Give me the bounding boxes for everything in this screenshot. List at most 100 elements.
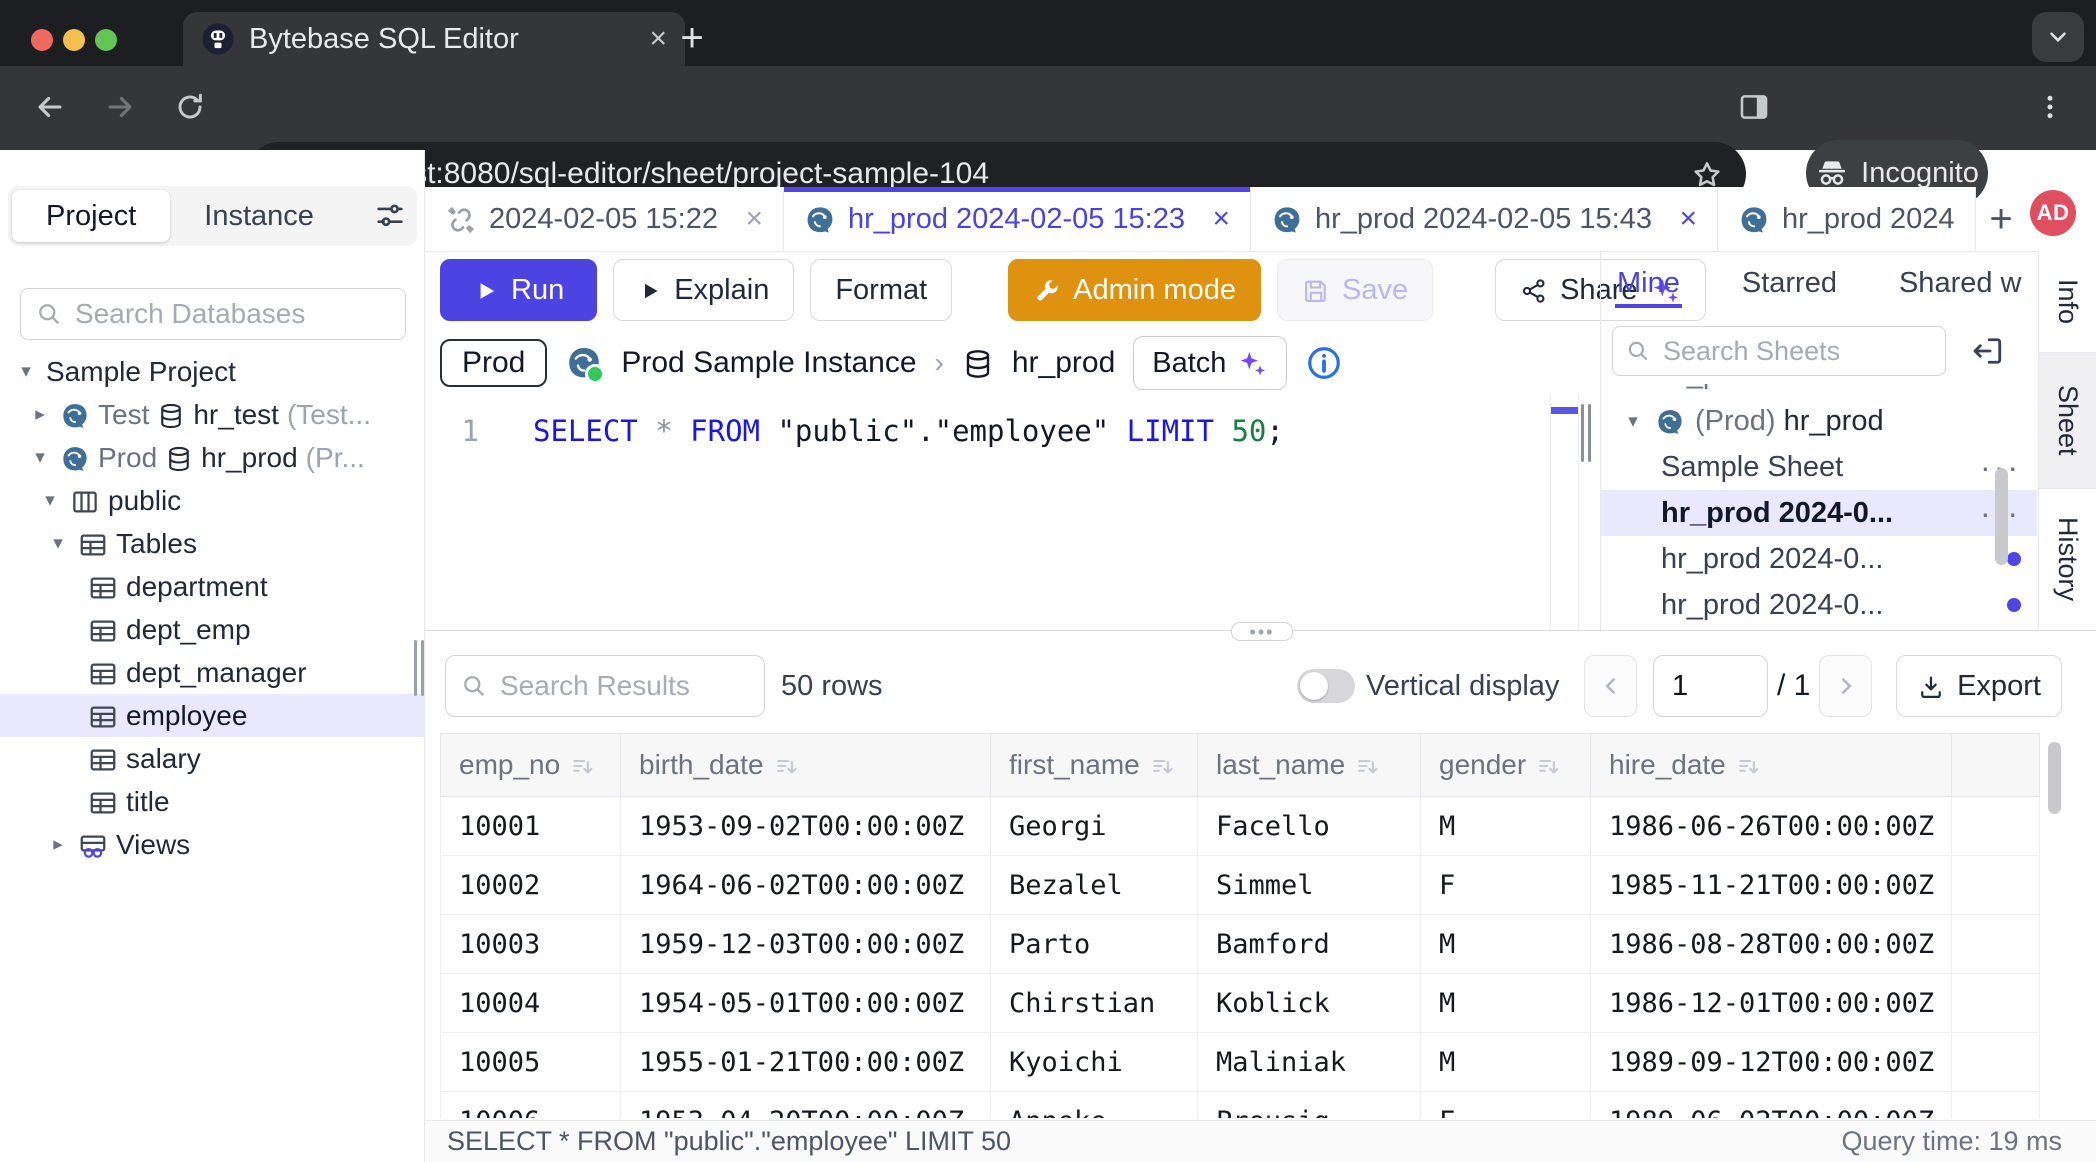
sheet-item-partial[interactable]: hr_prod 2024-0... <box>1601 384 2037 398</box>
tree-item-public[interactable]: ▾ public <box>0 479 425 522</box>
tree-item-views[interactable]: ▸Views <box>0 823 425 866</box>
format-button[interactable]: Format <box>810 259 952 321</box>
sheet-tab-4[interactable]: hr_prod 2024-0 <box>1718 187 1976 251</box>
tree-item-sample-project[interactable]: ▾Sample Project <box>0 350 425 393</box>
environment-badge[interactable]: Prod <box>440 339 547 387</box>
column-header-label: birth_date <box>639 749 764 781</box>
chevron-down-icon: ▾ <box>38 489 62 512</box>
admin-mode-button[interactable]: Admin mode <box>1008 259 1261 321</box>
vertical-display-toggle[interactable] <box>1297 669 1355 703</box>
database-search-input[interactable] <box>73 297 438 331</box>
column-header-first_name[interactable]: first_name <box>991 734 1198 797</box>
tree-item-label: public <box>108 485 181 517</box>
filter-sliders-icon[interactable] <box>373 199 407 233</box>
tree-item-tables[interactable]: ▾Tables <box>0 522 425 565</box>
browser-menu-icon[interactable] <box>2024 81 2076 133</box>
close-tab-icon[interactable]: × <box>649 22 667 56</box>
add-sheet-tab-button[interactable]: + <box>1978 196 2024 242</box>
sheets-tab-starred[interactable]: Starred <box>1742 258 1837 308</box>
tree-item-hr-test[interactable]: ▸Testhr_test(Test... <box>0 393 425 436</box>
page-number-input[interactable] <box>1653 655 1768 717</box>
splitter-drag-pill[interactable]: ••• <box>1231 622 1293 641</box>
sheet-group-row[interactable]: ▾(Prod) hr_prod <box>1601 398 2037 444</box>
new-tab-button[interactable]: + <box>668 14 716 62</box>
postgres-icon <box>1738 202 1770 235</box>
tree-item-label: dept_manager <box>126 657 307 689</box>
panel-resize-handle[interactable] <box>1581 404 1591 462</box>
sheet-item[interactable]: hr_prod 2024-0... <box>1601 582 2037 622</box>
rail-tab-info[interactable]: Info <box>2039 251 2096 352</box>
table-row: 100011953-09-02T00:00:00ZGeorgiFacelloM1… <box>441 797 2040 856</box>
sheet-group-label: (Prod) hr_prod <box>1695 405 2021 438</box>
sheet-search-input[interactable] <box>1661 335 1933 368</box>
tree-item-label: Tables <box>116 528 197 560</box>
table-cell: M <box>1421 974 1591 1033</box>
tree-item-salary[interactable]: salary <box>0 737 425 780</box>
maximize-window-button[interactable] <box>95 29 117 51</box>
sidebar-resize-handle[interactable] <box>414 640 424 696</box>
environment-label: Test <box>98 399 149 431</box>
sql-code-line[interactable]: SELECT * FROM "public"."employee" LIMIT … <box>533 414 1284 448</box>
avatar[interactable]: AD <box>2030 190 2076 236</box>
tree-item-dept-emp[interactable]: dept_emp <box>0 608 425 651</box>
sidebar-tab-project[interactable]: Project <box>12 190 170 242</box>
column-header-last_name[interactable]: last_name <box>1198 734 1421 797</box>
sheet-list-scrollbar[interactable] <box>1995 468 2008 565</box>
rail-tab-history[interactable]: History <box>2039 489 2096 629</box>
executed-query-text: SELECT * FROM "public"."employee" LIMIT … <box>447 1126 1011 1157</box>
tree-item-dept-manager[interactable]: dept_manager <box>0 651 425 694</box>
batch-mode-button[interactable]: Batch <box>1133 336 1287 390</box>
editor-toolbar: Run Explain Format Admin mode Save Share <box>440 258 1706 322</box>
sort-icon <box>1736 749 1762 781</box>
tree-item-hr-prod[interactable]: ▾Prodhr_prod(Pr... <box>0 436 425 479</box>
column-header-gender[interactable]: gender <box>1421 734 1591 797</box>
views-icon <box>78 828 108 861</box>
column-header-birth_date[interactable]: birth_date <box>621 734 991 797</box>
result-grid-scrollbar[interactable] <box>2048 742 2061 814</box>
column-header-hire_date[interactable]: hire_date <box>1591 734 1952 797</box>
reload-icon[interactable] <box>164 81 216 133</box>
tree-item-label: title <box>126 786 170 818</box>
prev-page-button[interactable] <box>1584 655 1637 717</box>
sheet-tab-2[interactable]: hr_prod 2024-02-05 15:23× <box>784 187 1251 251</box>
back-icon[interactable] <box>24 81 76 133</box>
editor-scrollbar-track[interactable] <box>1550 394 1579 632</box>
sheets-tab-mine[interactable]: Mine <box>1617 258 1680 308</box>
forward-icon[interactable] <box>94 81 146 133</box>
sheet-tab-1[interactable]: 2024-02-05 15:22× <box>425 187 784 251</box>
sidebar-tab-instance[interactable]: Instance <box>170 190 348 242</box>
close-tab-icon[interactable]: × <box>735 202 763 236</box>
connection-info-icon[interactable] <box>1305 344 1343 382</box>
export-button[interactable]: Export <box>1896 655 2062 717</box>
side-panel-icon[interactable] <box>1728 81 1780 133</box>
rail-tab-sheet[interactable]: Sheet <box>2039 352 2096 489</box>
tree-item-label: Sample Project <box>46 356 236 388</box>
save-button[interactable]: Save <box>1277 259 1433 321</box>
results-search-input[interactable] <box>498 669 750 703</box>
sheets-tab-shared-w[interactable]: Shared w <box>1899 258 2022 308</box>
explain-button[interactable]: Explain <box>613 259 794 321</box>
tree-item-label: dept_emp <box>126 614 251 646</box>
close-tab-icon[interactable]: × <box>1202 202 1230 236</box>
sheet-tab-3[interactable]: hr_prod 2024-02-05 15:43× <box>1251 187 1718 251</box>
database-name[interactable]: hr_prod <box>1012 346 1115 380</box>
close-tab-icon[interactable]: × <box>1669 202 1697 236</box>
tree-item-title[interactable]: title <box>0 780 425 823</box>
sheet-item[interactable]: hr_prod 2024-0...··· <box>1601 490 2037 536</box>
table-cell: 10005 <box>441 1033 621 1092</box>
sheet-panel-tabs: Mine Starred Shared w <box>1601 258 2037 308</box>
tab-search-chevron-button[interactable] <box>2032 12 2084 62</box>
close-window-button[interactable] <box>31 29 53 51</box>
collapse-panel-icon[interactable] <box>1966 330 2008 372</box>
instance-name[interactable]: Prod Sample Instance <box>621 346 916 380</box>
next-page-button[interactable] <box>1819 655 1872 717</box>
sheet-item[interactable]: hr_prod 2024-0... <box>1601 536 2037 582</box>
run-button[interactable]: Run <box>440 259 597 321</box>
column-header-emp_no[interactable]: emp_no <box>441 734 621 797</box>
browser-tab[interactable]: Bytebase SQL Editor × <box>183 12 685 66</box>
tree-item-department[interactable]: department <box>0 565 425 608</box>
tree-item-employee[interactable]: employee <box>0 694 425 737</box>
bytebase-favicon-icon <box>201 22 235 56</box>
sheet-item[interactable]: Sample Sheet··· <box>1601 444 2037 490</box>
minimize-window-button[interactable] <box>63 29 85 51</box>
